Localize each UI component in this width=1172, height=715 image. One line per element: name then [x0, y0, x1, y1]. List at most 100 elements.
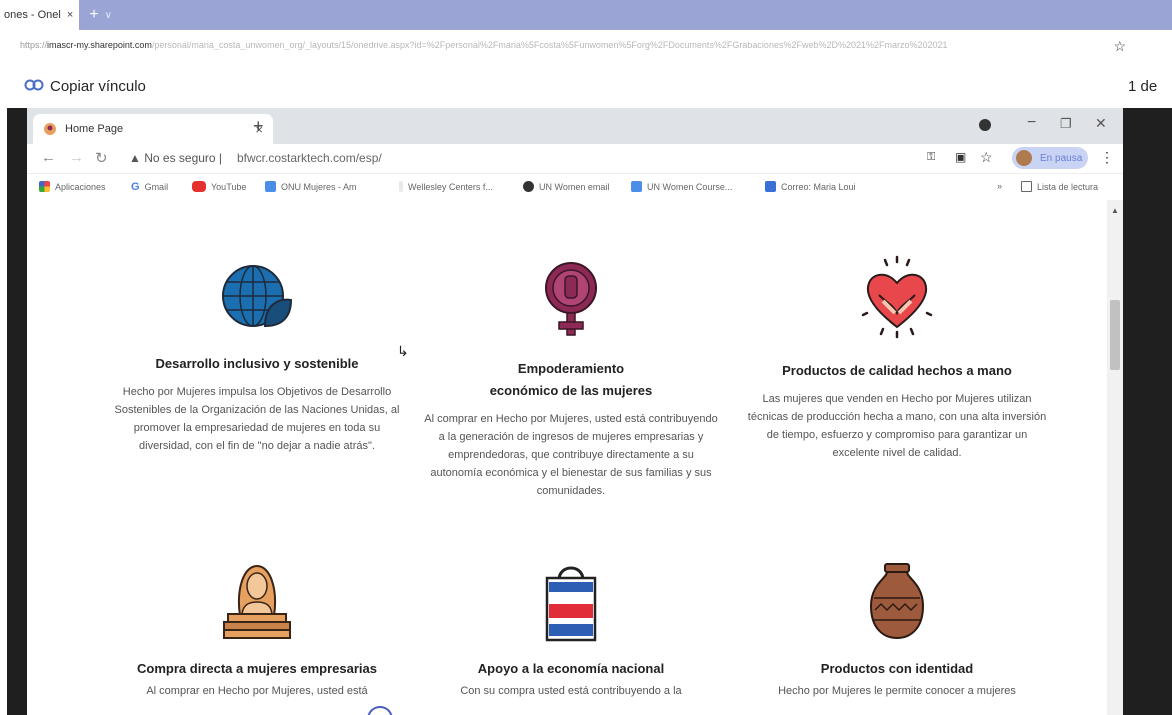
outer-new-tab-icon[interactable]: + — [89, 6, 98, 24]
card-title: Compra directa a mujeres empresarias — [137, 661, 377, 676]
copy-link-button[interactable]: Copiar vínculo — [50, 78, 146, 95]
outer-tab-menu-icon[interactable]: ∨ — [105, 10, 112, 21]
feature-card: Desarrollo inclusivo y sostenible Hecho … — [107, 260, 407, 455]
card-title-line: Empoderamiento — [517, 361, 625, 376]
bookmark-onu-mujeres[interactable]: ONU Mujeres - Am — [265, 181, 357, 192]
card-description: Hecho por Mujeres le permite conocer a m… — [778, 685, 1016, 697]
window-close-icon[interactable]: ✕ — [1095, 115, 1107, 132]
reload-icon[interactable]: ↻ — [95, 149, 108, 167]
feature-card: Productos de calidad hechos a mano Las m… — [747, 255, 1047, 462]
not-secure-label: No es seguro — [144, 151, 216, 165]
inner-tab-home[interactable]: Home Page × — [33, 114, 273, 144]
bookmarks-bar: Aplicaciones G Gmail YouTube ONU Mujeres … — [27, 174, 1123, 200]
feature-card: Compra directa a mujeres empresarias Al … — [107, 558, 407, 700]
screenshot-frame-left — [7, 108, 27, 715]
bookmark-apps[interactable]: Aplicaciones — [39, 181, 106, 192]
page-icon — [399, 181, 403, 192]
globe-leaf-icon — [222, 265, 293, 328]
card-description: Las mujeres que venden en Hecho por Muje… — [747, 393, 1047, 459]
bookmark-label: UN Women Course... — [647, 181, 733, 192]
card-description: Al comprar en Hecho por Mujeres, usted e… — [424, 413, 718, 497]
profile-pause-button[interactable]: En pausa — [1012, 147, 1088, 169]
feature-card: Apoyo a la economía nacional Con su comp… — [421, 558, 721, 700]
bookmark-gmail[interactable]: G Gmail — [131, 181, 169, 193]
outer-tab-bar: ones - Onel × + ∨ — [0, 0, 1172, 30]
outer-tab-close-icon[interactable]: × — [67, 9, 73, 21]
heart-hands-icon — [861, 255, 933, 339]
inner-new-tab-icon[interactable]: + — [253, 116, 264, 137]
outer-address-bar[interactable]: https:// imascr-my.sharepoint.com /perso… — [0, 30, 1172, 60]
globe-icon — [523, 181, 534, 192]
bookmark-unwomen-email[interactable]: UN Women email — [523, 181, 609, 192]
outer-url-domain: imascr-my.sharepoint.com — [47, 40, 152, 50]
reading-list-icon — [1021, 181, 1032, 192]
outer-url-prefix: https:// — [20, 40, 48, 50]
card-description: Hecho por Mujeres impulsa los Objetivos … — [114, 386, 400, 452]
bookmark-label: Lista de lectura — [1037, 181, 1099, 192]
card-title: Productos con identidad — [820, 661, 974, 676]
card-title: Productos de calidad hechos a mano — [782, 363, 1012, 378]
youtube-icon — [192, 181, 206, 192]
card-title: Empoderamiento económico de las mujeres — [421, 358, 721, 402]
venus-fist-icon — [545, 262, 597, 336]
outer-bookmark-star-icon[interactable]: ☆ — [1113, 38, 1126, 55]
outer-url-path: /personal/maria_costa_unwomen_org/_layou… — [151, 40, 948, 50]
outer-tab[interactable]: ones - Onel × — [0, 0, 80, 30]
forward-arrow-icon[interactable]: → — [69, 149, 84, 166]
screenshot-frame-right — [1123, 108, 1172, 715]
bookmark-correo[interactable]: Correo: Maria Loui — [765, 181, 856, 192]
bookmark-star-icon[interactable]: ☆ — [980, 149, 993, 166]
cast-icon[interactable]: ▣ — [955, 150, 966, 164]
inner-tab-bar: Home Page × + − ❐ ✕ — [27, 108, 1123, 144]
bookmark-label: Wellesley Centers f... — [408, 181, 493, 192]
loading-spinner-icon — [367, 706, 393, 715]
page-indicator: 1 de — [1128, 78, 1158, 95]
bookmark-youtube[interactable]: YouTube — [192, 181, 246, 192]
outer-tab-title: ones - Onel — [4, 9, 61, 21]
not-secure-indicator[interactable]: ▲ No es seguro | — [129, 151, 222, 165]
mail-icon — [765, 181, 776, 192]
bookmark-label: Aplicaciones — [55, 181, 106, 192]
feature-card: Empoderamiento económico de las mujeres … — [421, 260, 721, 500]
warning-icon: ▲ — [129, 151, 145, 165]
back-arrow-icon[interactable]: ← — [41, 149, 56, 166]
clay-vase-icon — [869, 563, 925, 640]
pause-label: En pausa — [1040, 152, 1083, 164]
mouse-cursor-icon: ↳ — [397, 343, 409, 359]
bookmark-label: ONU Mujeres - Am — [281, 181, 357, 192]
page-scrollbar[interactable]: ▲ — [1107, 200, 1123, 715]
bookmark-unwomen-course[interactable]: UN Women Course... — [631, 181, 732, 192]
site-icon — [265, 181, 276, 192]
card-description: Con su compra usted está contribuyendo a… — [460, 685, 682, 697]
share-bar: Copiar vínculo 1 de — [0, 66, 1172, 104]
site-icon — [631, 181, 642, 192]
shopping-bag-icon — [545, 566, 597, 642]
feature-card: Productos con identidad Hecho por Mujere… — [747, 558, 1047, 700]
bookmark-label: YouTube — [211, 181, 247, 192]
inner-address-bar[interactable]: bfwcr.costarktech.com/esp/ — [237, 151, 382, 165]
bookmark-label: Correo: Maria Loui — [781, 181, 856, 192]
bookmark-label: Gmail — [144, 181, 169, 192]
card-title-line: económico de las mujeres — [489, 383, 653, 398]
kebab-menu-icon[interactable]: ⋮ — [1100, 149, 1114, 166]
apps-grid-icon — [39, 181, 50, 192]
avatar — [1016, 150, 1032, 166]
page-content: Desarrollo inclusivo y sostenible Hecho … — [27, 200, 1123, 715]
scrollbar-thumb[interactable] — [1110, 300, 1120, 370]
google-icon: G — [131, 181, 140, 193]
card-description: Al comprar en Hecho por Mujeres, usted e… — [146, 685, 368, 697]
key-icon[interactable]: ⚿ — [927, 151, 935, 164]
restore-icon[interactable]: ❐ — [1060, 116, 1072, 132]
record-icon[interactable] — [979, 119, 991, 131]
bookmark-wellesley[interactable]: Wellesley Centers f... — [399, 181, 493, 192]
bookmark-label: UN Women email — [539, 181, 610, 192]
bookmarks-overflow-icon[interactable]: » — [997, 181, 1002, 191]
woman-laptop-icon — [223, 564, 291, 639]
card-title: Desarrollo inclusivo y sostenible — [155, 356, 359, 371]
site-favicon-icon — [44, 123, 56, 135]
scroll-up-icon[interactable]: ▲ — [1111, 206, 1119, 215]
link-icon[interactable] — [24, 78, 44, 92]
reading-list[interactable]: Lista de lectura — [1021, 181, 1098, 192]
card-title: Apoyo a la economía nacional — [477, 661, 665, 676]
minimize-icon[interactable]: − — [1027, 114, 1036, 132]
